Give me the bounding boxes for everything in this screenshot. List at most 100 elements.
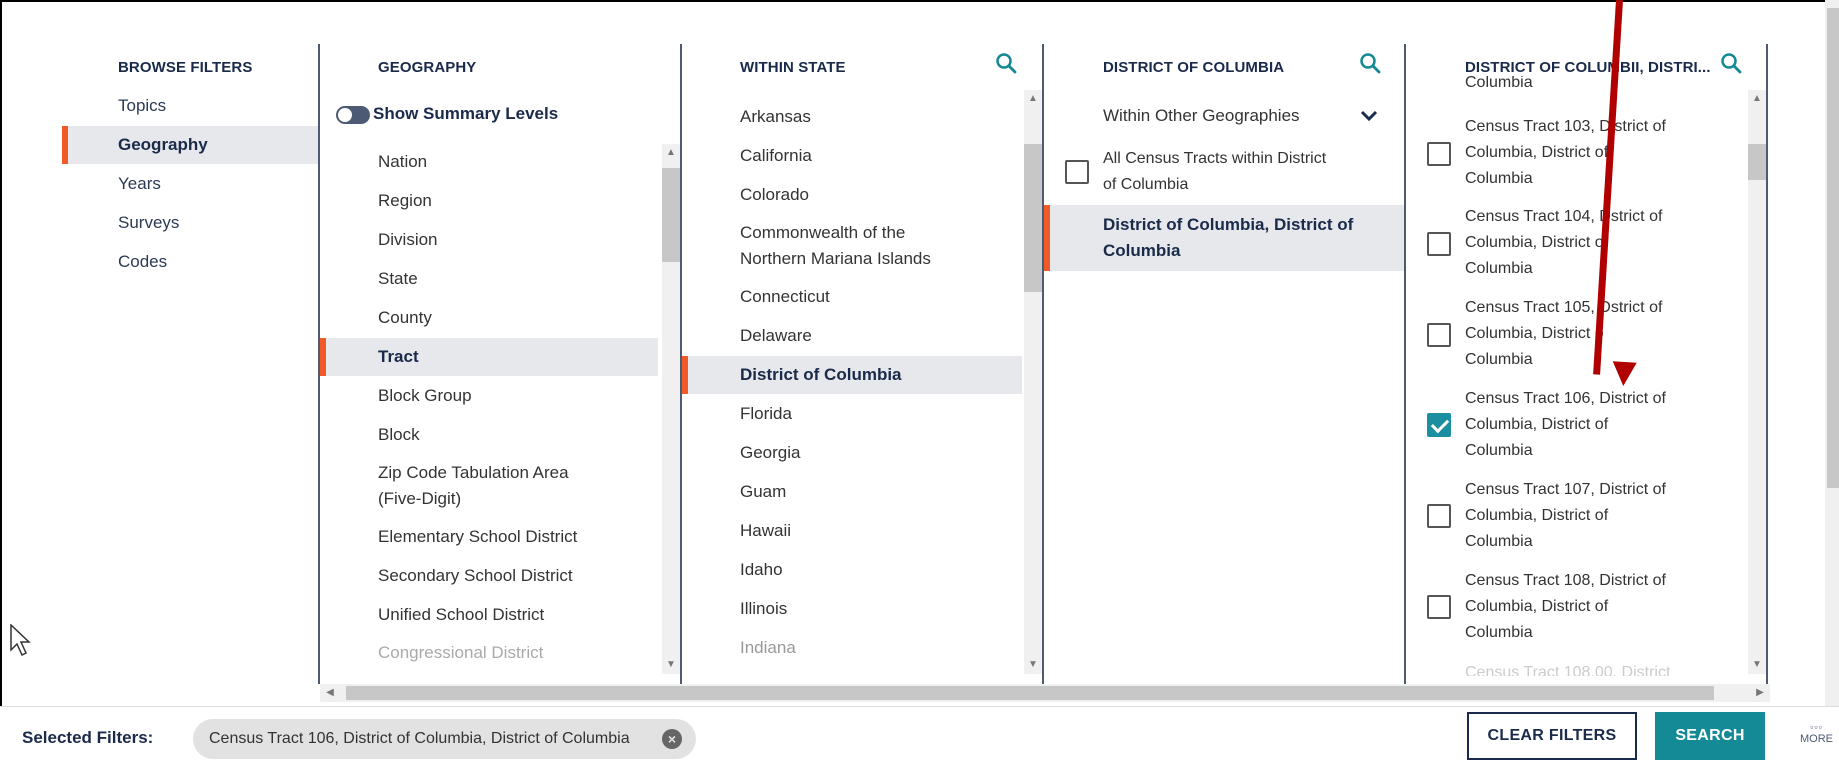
all-tracts-checkbox[interactable]	[1065, 160, 1089, 184]
scroll-down-icon[interactable]: ▼	[1748, 658, 1766, 672]
remove-filter-icon[interactable]: ×	[662, 729, 682, 749]
state-item-colorado[interactable]: Colorado	[740, 182, 809, 208]
selected-filter-chip[interactable]: Census Tract 106, District of Columbia, …	[193, 719, 696, 759]
tract-107-label[interactable]: Census Tract 107, District of	[1465, 477, 1666, 503]
geo-item-county[interactable]: County	[378, 305, 432, 331]
mouse-cursor-icon	[10, 624, 31, 657]
tract-104-label-line3: Columbia	[1465, 260, 1533, 277]
tract-header: DISTRICT OF COLUMBII, DISTRI...	[1465, 59, 1711, 76]
geo-item-nation[interactable]: Nation	[378, 149, 427, 175]
scroll-right-icon[interactable]: ▶	[1752, 686, 1768, 700]
horizontal-scrollbar-thumb[interactable]	[346, 686, 1714, 700]
search-icon[interactable]	[1359, 52, 1381, 74]
geo-item-zcta-line2: (Five-Digit)	[378, 489, 462, 508]
tract-106-label-line2: Columbia, District of	[1465, 416, 1609, 433]
search-icon[interactable]	[995, 52, 1017, 74]
dc-header: DISTRICT OF COLUMBIA	[1103, 59, 1285, 76]
tract-103-label-line2: Columbia, District of	[1465, 144, 1609, 161]
state-item-connecticut[interactable]: Connecticut	[740, 284, 830, 310]
browse-filter-topics[interactable]: Topics	[118, 96, 166, 116]
all-tracts-label: All Census Tracts within District	[1103, 150, 1327, 167]
scroll-up-icon[interactable]: ▲	[662, 146, 680, 160]
geo-item-region[interactable]: Region	[378, 188, 432, 214]
browse-filter-years[interactable]: Years	[118, 174, 161, 194]
state-item-arkansas[interactable]: Arkansas	[740, 104, 811, 130]
geography-scrollbar-thumb[interactable]	[662, 168, 680, 262]
scroll-left-icon[interactable]: ◀	[322, 686, 338, 700]
search-button[interactable]: SEARCH	[1655, 712, 1765, 760]
state-item-illinois[interactable]: Illinois	[740, 596, 787, 622]
within-other-geographies-dropdown[interactable]: Within Other Geographies	[1103, 103, 1300, 129]
browse-filters-header: BROWSE FILTERS	[118, 59, 253, 76]
tract-scrollbar-thumb[interactable]	[1748, 144, 1766, 180]
scroll-down-icon[interactable]: ▼	[1024, 658, 1042, 672]
more-label: MORE	[1800, 733, 1833, 745]
geo-item-division[interactable]: Division	[378, 227, 438, 253]
state-item-cnmi[interactable]: Commonwealth of the	[740, 220, 905, 246]
dc-active-item-line2: Columbia	[1103, 241, 1181, 260]
tract-104-checkbox[interactable]	[1427, 232, 1451, 256]
tract-105-label[interactable]: Census Tract 105, Dstrict of	[1465, 295, 1662, 321]
scroll-up-icon[interactable]: ▲	[1024, 92, 1042, 106]
chevron-down-icon[interactable]	[1360, 110, 1378, 122]
geo-item-block[interactable]: Block	[378, 422, 420, 448]
selected-filters-label: Selected Filters:	[22, 728, 154, 747]
horizontal-scrollbar[interactable]: ◀ ▶	[320, 684, 1770, 702]
state-item-guam[interactable]: Guam	[740, 479, 786, 505]
tract-106-checkbox[interactable]	[1427, 413, 1451, 437]
state-item-idaho[interactable]: Idaho	[740, 557, 783, 583]
tract-104-label-line2: Columbia, District o	[1465, 234, 1604, 251]
selected-filters-bar: Selected Filters: Census Tract 106, Dist…	[0, 706, 1839, 765]
tract-105-label-line3: Columbia	[1465, 351, 1533, 368]
more-dots-icon: ▫▫▫	[1810, 722, 1823, 732]
geo-item-zcta[interactable]: Zip Code Tabulation Area	[378, 460, 569, 486]
state-item-delaware[interactable]: Delaware	[740, 323, 812, 349]
tract-104-label[interactable]: Census Tract 104, Dstrict of	[1465, 204, 1662, 230]
more-button[interactable]: ▫▫▫ MORE	[1800, 721, 1833, 745]
tract-107-checkbox[interactable]	[1427, 504, 1451, 528]
tract-106-label[interactable]: Census Tract 106, District of	[1465, 386, 1666, 412]
summary-levels-label: Show Summary Levels	[373, 104, 559, 123]
annotation-arrow-head	[1611, 361, 1637, 387]
state-item-florida[interactable]: Florida	[740, 401, 792, 427]
state-item-dc[interactable]: District of Columbia	[740, 362, 902, 388]
search-icon[interactable]	[1720, 52, 1742, 74]
page-scrollbar-thumb[interactable]	[1827, 8, 1839, 488]
geo-item-tract[interactable]: Tract	[378, 344, 419, 370]
column-divider	[1766, 44, 1768, 684]
tract-partial-top: Columbia	[1465, 76, 1533, 91]
geo-item-secondary-school[interactable]: Secondary School District	[378, 563, 573, 589]
geo-item-elementary-school[interactable]: Elementary School District	[378, 524, 577, 550]
geography-active-highlight	[320, 338, 658, 376]
tract-108-label-line2: Columbia, District of	[1465, 598, 1609, 615]
tract-105-checkbox[interactable]	[1427, 323, 1451, 347]
summary-levels-toggle[interactable]	[336, 106, 370, 124]
geo-item-congressional[interactable]: Congressional District	[378, 640, 543, 666]
scroll-down-icon[interactable]: ▼	[662, 658, 680, 672]
state-item-california[interactable]: California	[740, 143, 812, 169]
scroll-up-icon[interactable]: ▲	[1748, 92, 1766, 106]
state-item-indiana[interactable]: Indiana	[740, 635, 796, 661]
tract-108-label-line3: Columbia	[1465, 624, 1533, 641]
column-divider	[1404, 44, 1406, 684]
clear-filters-button[interactable]: CLEAR FILTERS	[1467, 712, 1637, 760]
tract-108-checkbox[interactable]	[1427, 595, 1451, 619]
tract-103-label[interactable]: Census Tract 103, District of	[1465, 114, 1666, 140]
geo-item-unified-school[interactable]: Unified School District	[378, 602, 544, 628]
tract-107-label-line3: Columbia	[1465, 533, 1533, 550]
geo-item-block-group[interactable]: Block Group	[378, 383, 472, 409]
dc-active-item[interactable]: District of Columbia, District of	[1103, 212, 1353, 238]
tract-partial-bottom: Census Tract 108.00, District	[1465, 664, 1671, 676]
tract-103-checkbox[interactable]	[1427, 142, 1451, 166]
within-state-scrollbar-thumb[interactable]	[1024, 144, 1042, 292]
tract-108-label[interactable]: Census Tract 108, District of	[1465, 568, 1666, 594]
state-item-hawaii[interactable]: Hawaii	[740, 518, 791, 544]
state-item-cnmi-line2: Northern Mariana Islands	[740, 249, 931, 268]
geo-item-state[interactable]: State	[378, 266, 418, 292]
state-item-georgia[interactable]: Georgia	[740, 440, 800, 466]
browse-filter-codes[interactable]: Codes	[118, 252, 167, 272]
browse-filter-surveys[interactable]: Surveys	[118, 213, 179, 233]
browse-filter-geography[interactable]: Geography	[118, 135, 208, 155]
tract-106-label-line3: Columbia	[1465, 442, 1533, 459]
geography-header: GEOGRAPHY	[378, 59, 477, 76]
